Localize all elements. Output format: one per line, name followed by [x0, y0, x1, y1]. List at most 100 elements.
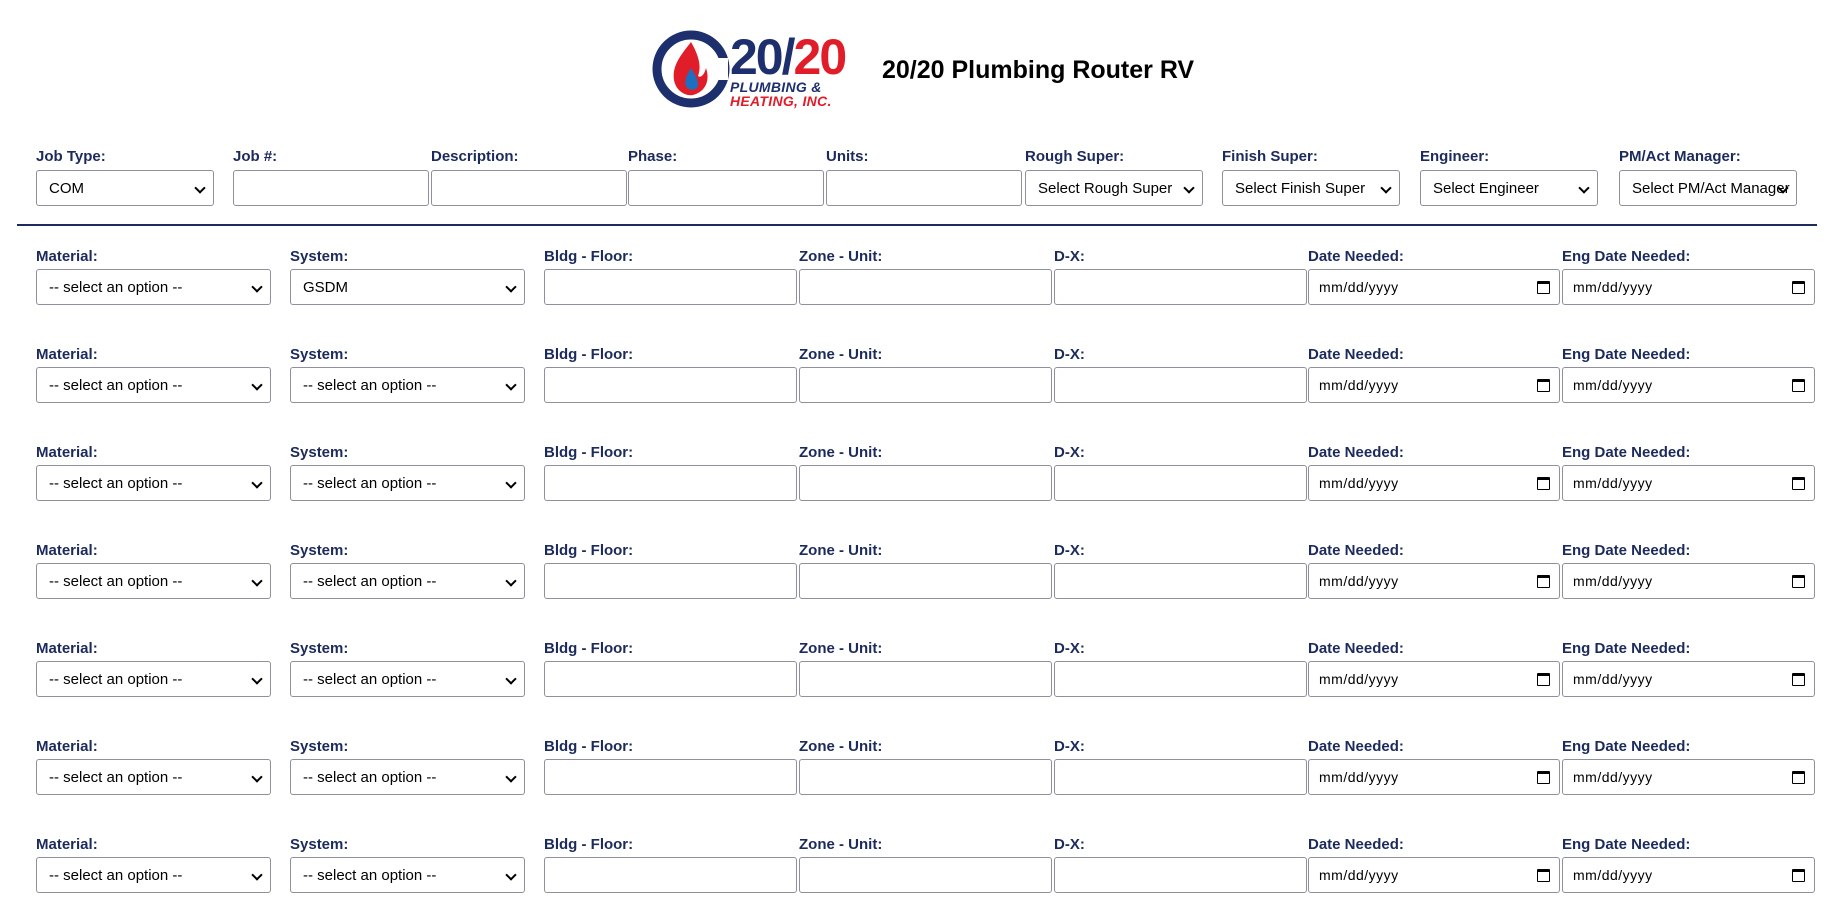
units-input[interactable]	[826, 170, 1022, 206]
calendar-icon	[1537, 575, 1550, 588]
material-value: -- select an option --	[49, 670, 183, 688]
dx-input[interactable]	[1054, 857, 1307, 893]
job-label: Job #:	[233, 148, 278, 165]
job-type-select[interactable]: COM	[36, 170, 214, 206]
chevron-down-icon	[251, 673, 263, 685]
chevron-down-icon	[1578, 182, 1590, 194]
bldg-floor-input[interactable]	[544, 563, 797, 599]
material-value: -- select an option --	[49, 278, 183, 296]
job-type-label: Job Type:	[36, 148, 106, 165]
bldg-floor-input[interactable]	[544, 759, 797, 795]
date-needed-label: Date Needed:	[1308, 836, 1404, 853]
date-needed-label: Date Needed:	[1308, 346, 1404, 363]
finish-super-select[interactable]: Select Finish Super	[1222, 170, 1400, 206]
calendar-icon	[1537, 869, 1550, 882]
date-placeholder: mm/dd/yyyy	[1573, 377, 1653, 393]
system-select[interactable]: -- select an option --	[290, 759, 525, 795]
zone-unit-input[interactable]	[799, 563, 1052, 599]
date-needed-input[interactable]: mm/dd/yyyy	[1308, 759, 1560, 795]
material-select[interactable]: -- select an option --	[36, 857, 271, 893]
rough-super-select[interactable]: Select Rough Super	[1025, 170, 1203, 206]
eng-date-needed-input[interactable]: mm/dd/yyyy	[1562, 269, 1815, 305]
dx-input[interactable]	[1054, 465, 1307, 501]
eng-date-needed-input[interactable]: mm/dd/yyyy	[1562, 661, 1815, 697]
dx-input[interactable]	[1054, 759, 1307, 795]
pm-act-manager-select[interactable]: Select PM/Act Manager	[1619, 170, 1797, 206]
material-select[interactable]: -- select an option --	[36, 367, 271, 403]
date-needed-input[interactable]: mm/dd/yyyy	[1308, 857, 1560, 893]
date-needed-input[interactable]: mm/dd/yyyy	[1308, 563, 1560, 599]
chevron-down-icon	[251, 477, 263, 489]
calendar-icon	[1537, 281, 1550, 294]
calendar-icon	[1537, 477, 1550, 490]
chevron-down-icon	[251, 869, 263, 881]
date-placeholder: mm/dd/yyyy	[1573, 867, 1653, 883]
eng-date-needed-input[interactable]: mm/dd/yyyy	[1562, 857, 1815, 893]
material-select[interactable]: -- select an option --	[36, 269, 271, 305]
date-placeholder: mm/dd/yyyy	[1573, 769, 1653, 785]
bldg-floor-input[interactable]	[544, 465, 797, 501]
material-select[interactable]: -- select an option --	[36, 759, 271, 795]
dx-input[interactable]	[1054, 269, 1307, 305]
system-label: System:	[290, 640, 349, 657]
dx-input[interactable]	[1054, 563, 1307, 599]
chevron-down-icon	[251, 379, 263, 391]
date-placeholder: mm/dd/yyyy	[1319, 279, 1399, 295]
dx-input[interactable]	[1054, 661, 1307, 697]
zone-unit-input[interactable]	[799, 759, 1052, 795]
system-select[interactable]: GSDM	[290, 269, 525, 305]
bldg-floor-input[interactable]	[544, 661, 797, 697]
chevron-down-icon	[505, 771, 517, 783]
date-needed-input[interactable]: mm/dd/yyyy	[1308, 465, 1560, 501]
chevron-down-icon	[1380, 182, 1392, 194]
calendar-icon	[1792, 673, 1805, 686]
system-select[interactable]: -- select an option --	[290, 563, 525, 599]
eng-date-needed-label: Eng Date Needed:	[1562, 640, 1691, 657]
bldg-floor-input[interactable]	[544, 367, 797, 403]
date-placeholder: mm/dd/yyyy	[1573, 475, 1653, 491]
chevron-down-icon	[505, 575, 517, 587]
chevron-down-icon	[505, 281, 517, 293]
zone-unit-input[interactable]	[799, 465, 1052, 501]
system-select[interactable]: -- select an option --	[290, 661, 525, 697]
material-select[interactable]: -- select an option --	[36, 465, 271, 501]
chevron-down-icon	[505, 477, 517, 489]
system-label: System:	[290, 248, 349, 265]
material-select[interactable]: -- select an option --	[36, 661, 271, 697]
system-select[interactable]: -- select an option --	[290, 857, 525, 893]
engineer-select[interactable]: Select Engineer	[1420, 170, 1598, 206]
zone-unit-input[interactable]	[799, 269, 1052, 305]
eng-date-needed-input[interactable]: mm/dd/yyyy	[1562, 759, 1815, 795]
chevron-down-icon	[1183, 182, 1195, 194]
zone-unit-input[interactable]	[799, 857, 1052, 893]
system-value: -- select an option --	[303, 768, 437, 786]
eng-date-needed-input[interactable]: mm/dd/yyyy	[1562, 465, 1815, 501]
eng-date-needed-label: Eng Date Needed:	[1562, 444, 1691, 461]
eng-date-needed-input[interactable]: mm/dd/yyyy	[1562, 563, 1815, 599]
zone-unit-input[interactable]	[799, 367, 1052, 403]
zone-unit-label: Zone - Unit:	[799, 444, 883, 461]
date-needed-input[interactable]: mm/dd/yyyy	[1308, 661, 1560, 697]
calendar-icon	[1792, 771, 1805, 784]
phase-input[interactable]	[628, 170, 824, 206]
material-label: Material:	[36, 248, 98, 265]
eng-date-needed-label: Eng Date Needed:	[1562, 346, 1691, 363]
date-needed-input[interactable]: mm/dd/yyyy	[1308, 367, 1560, 403]
date-placeholder: mm/dd/yyyy	[1573, 573, 1653, 589]
system-select[interactable]: -- select an option --	[290, 465, 525, 501]
zone-unit-input[interactable]	[799, 661, 1052, 697]
bldg-floor-input[interactable]	[544, 269, 797, 305]
date-needed-label: Date Needed:	[1308, 542, 1404, 559]
description-input[interactable]	[431, 170, 627, 206]
dx-input[interactable]	[1054, 367, 1307, 403]
date-needed-input[interactable]: mm/dd/yyyy	[1308, 269, 1560, 305]
eng-date-needed-input[interactable]: mm/dd/yyyy	[1562, 367, 1815, 403]
date-needed-label: Date Needed:	[1308, 248, 1404, 265]
zone-unit-label: Zone - Unit:	[799, 248, 883, 265]
job-input[interactable]	[233, 170, 429, 206]
engineer-label: Engineer:	[1420, 148, 1490, 165]
bldg-floor-input[interactable]	[544, 857, 797, 893]
system-value: -- select an option --	[303, 376, 437, 394]
system-select[interactable]: -- select an option --	[290, 367, 525, 403]
material-select[interactable]: -- select an option --	[36, 563, 271, 599]
